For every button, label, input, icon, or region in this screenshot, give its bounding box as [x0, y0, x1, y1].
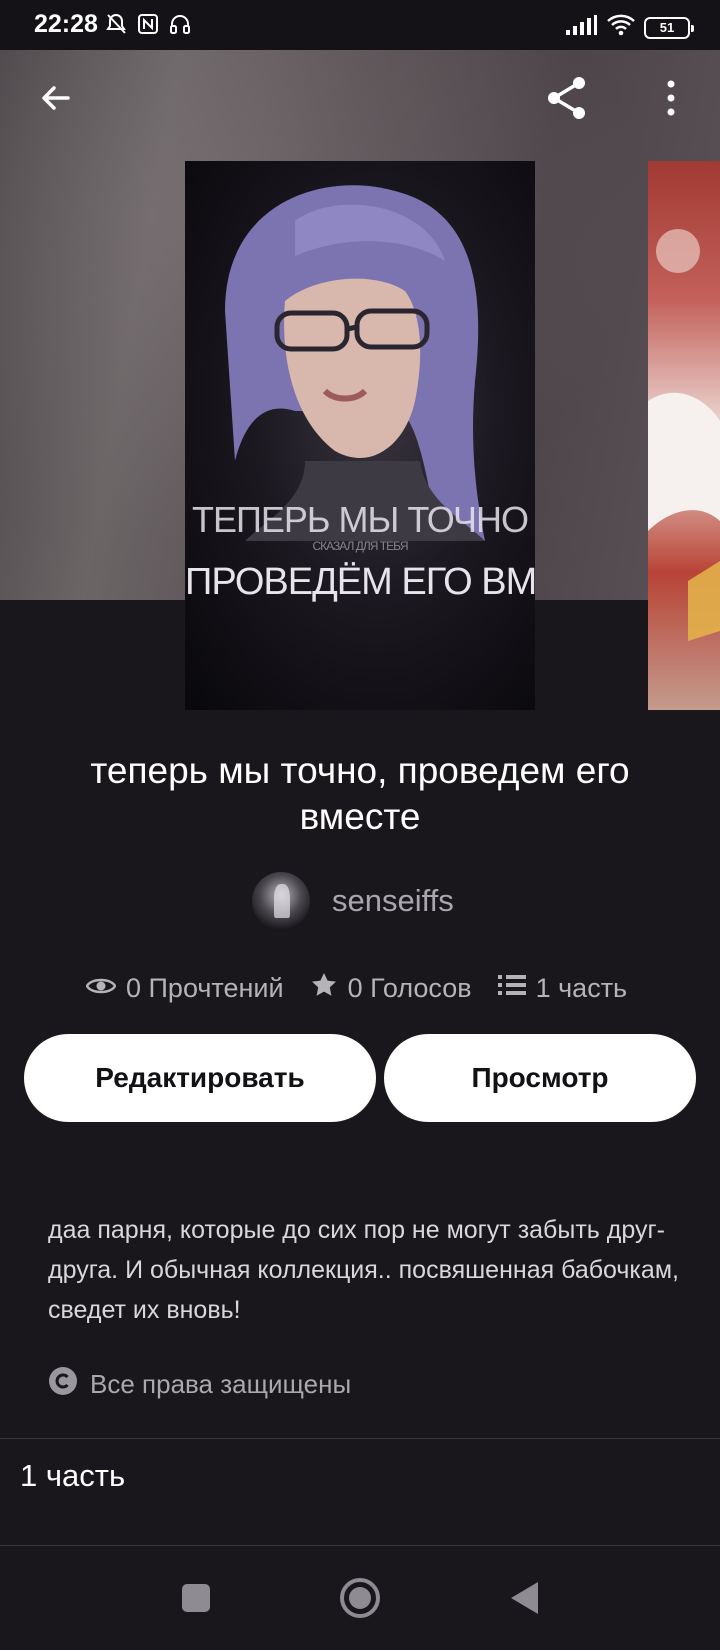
author-name[interactable]: senseiffs	[332, 883, 454, 919]
cover-caption-line1: ТЕПЕРЬ МЫ ТОЧНО	[192, 499, 529, 540]
reads-count: 0 Прочтений	[126, 972, 284, 1003]
list-icon	[497, 973, 526, 1004]
cover-portrait-icon	[225, 185, 485, 541]
status-left-icons	[104, 12, 192, 41]
signal-icon	[564, 14, 598, 41]
wifi-icon	[606, 13, 636, 42]
home-button[interactable]	[330, 1570, 390, 1630]
votes-stat: 0 Голосов	[310, 971, 472, 1006]
battery-icon: 51	[644, 16, 694, 39]
nfc-icon	[136, 12, 160, 41]
more-button[interactable]	[643, 72, 699, 128]
cover-caption-line2: ПРОВЕДЁМ ЕГО ВМЕСТЕ	[185, 561, 535, 603]
more-vertical-icon	[665, 80, 677, 121]
circle-home-icon	[339, 1577, 381, 1624]
divider-top	[0, 1438, 720, 1439]
story-stats: 0 Прочтений 0 Голосов 1 часть	[85, 968, 628, 1008]
share-icon	[542, 73, 592, 128]
copyright-icon	[48, 1366, 78, 1403]
votes-count: 0 Голосов	[347, 972, 472, 1003]
avatar[interactable]	[252, 872, 310, 930]
parts-stat: 1 часть	[497, 972, 628, 1004]
share-button[interactable]	[539, 72, 595, 128]
story-title: теперь мы точно, проведем его вместе	[90, 750, 630, 837]
next-story-cover[interactable]	[648, 161, 720, 710]
view-button[interactable]: Просмотр	[384, 1034, 696, 1122]
arrow-left-icon	[38, 80, 74, 121]
reads-stat: 0 Прочтений	[85, 972, 284, 1004]
square-icon	[181, 1583, 211, 1618]
edit-button[interactable]: Редактировать	[24, 1034, 376, 1122]
headset-icon	[168, 12, 192, 41]
copyright-row: Все права защищены	[48, 1366, 351, 1402]
author-link[interactable]: senseiffs	[252, 872, 454, 930]
bell-muted-icon	[104, 12, 128, 41]
cover-caption-sub: СКАЗАЛ ДЛЯ ТЕБЯ	[312, 539, 409, 553]
copyright-text: Все права защищены	[90, 1368, 352, 1399]
next-cover-art-icon	[648, 229, 720, 641]
divider-bottom	[0, 1545, 720, 1546]
parts-count: 1 часть	[535, 972, 628, 1003]
eye-icon	[85, 973, 117, 1004]
parts-list-item[interactable]: 1 часть	[20, 1458, 125, 1494]
system-navbar	[0, 1548, 720, 1650]
triangle-back-icon	[508, 1580, 540, 1621]
recents-button[interactable]	[166, 1570, 226, 1630]
status-time: 22:28	[34, 10, 98, 38]
back-nav-button[interactable]	[494, 1570, 554, 1630]
star-icon	[310, 971, 338, 1006]
story-cover[interactable]: ТЕПЕРЬ МЫ ТОЧНО СКАЗАЛ ДЛЯ ТЕБЯ ПРОВЕДЁМ…	[185, 161, 535, 710]
status-bar: 22:28 51	[0, 0, 720, 50]
back-button[interactable]	[28, 72, 84, 128]
status-right-icons: 51	[564, 13, 694, 42]
story-description: даа парня, которые до сих пор не могут з…	[48, 1216, 679, 1324]
